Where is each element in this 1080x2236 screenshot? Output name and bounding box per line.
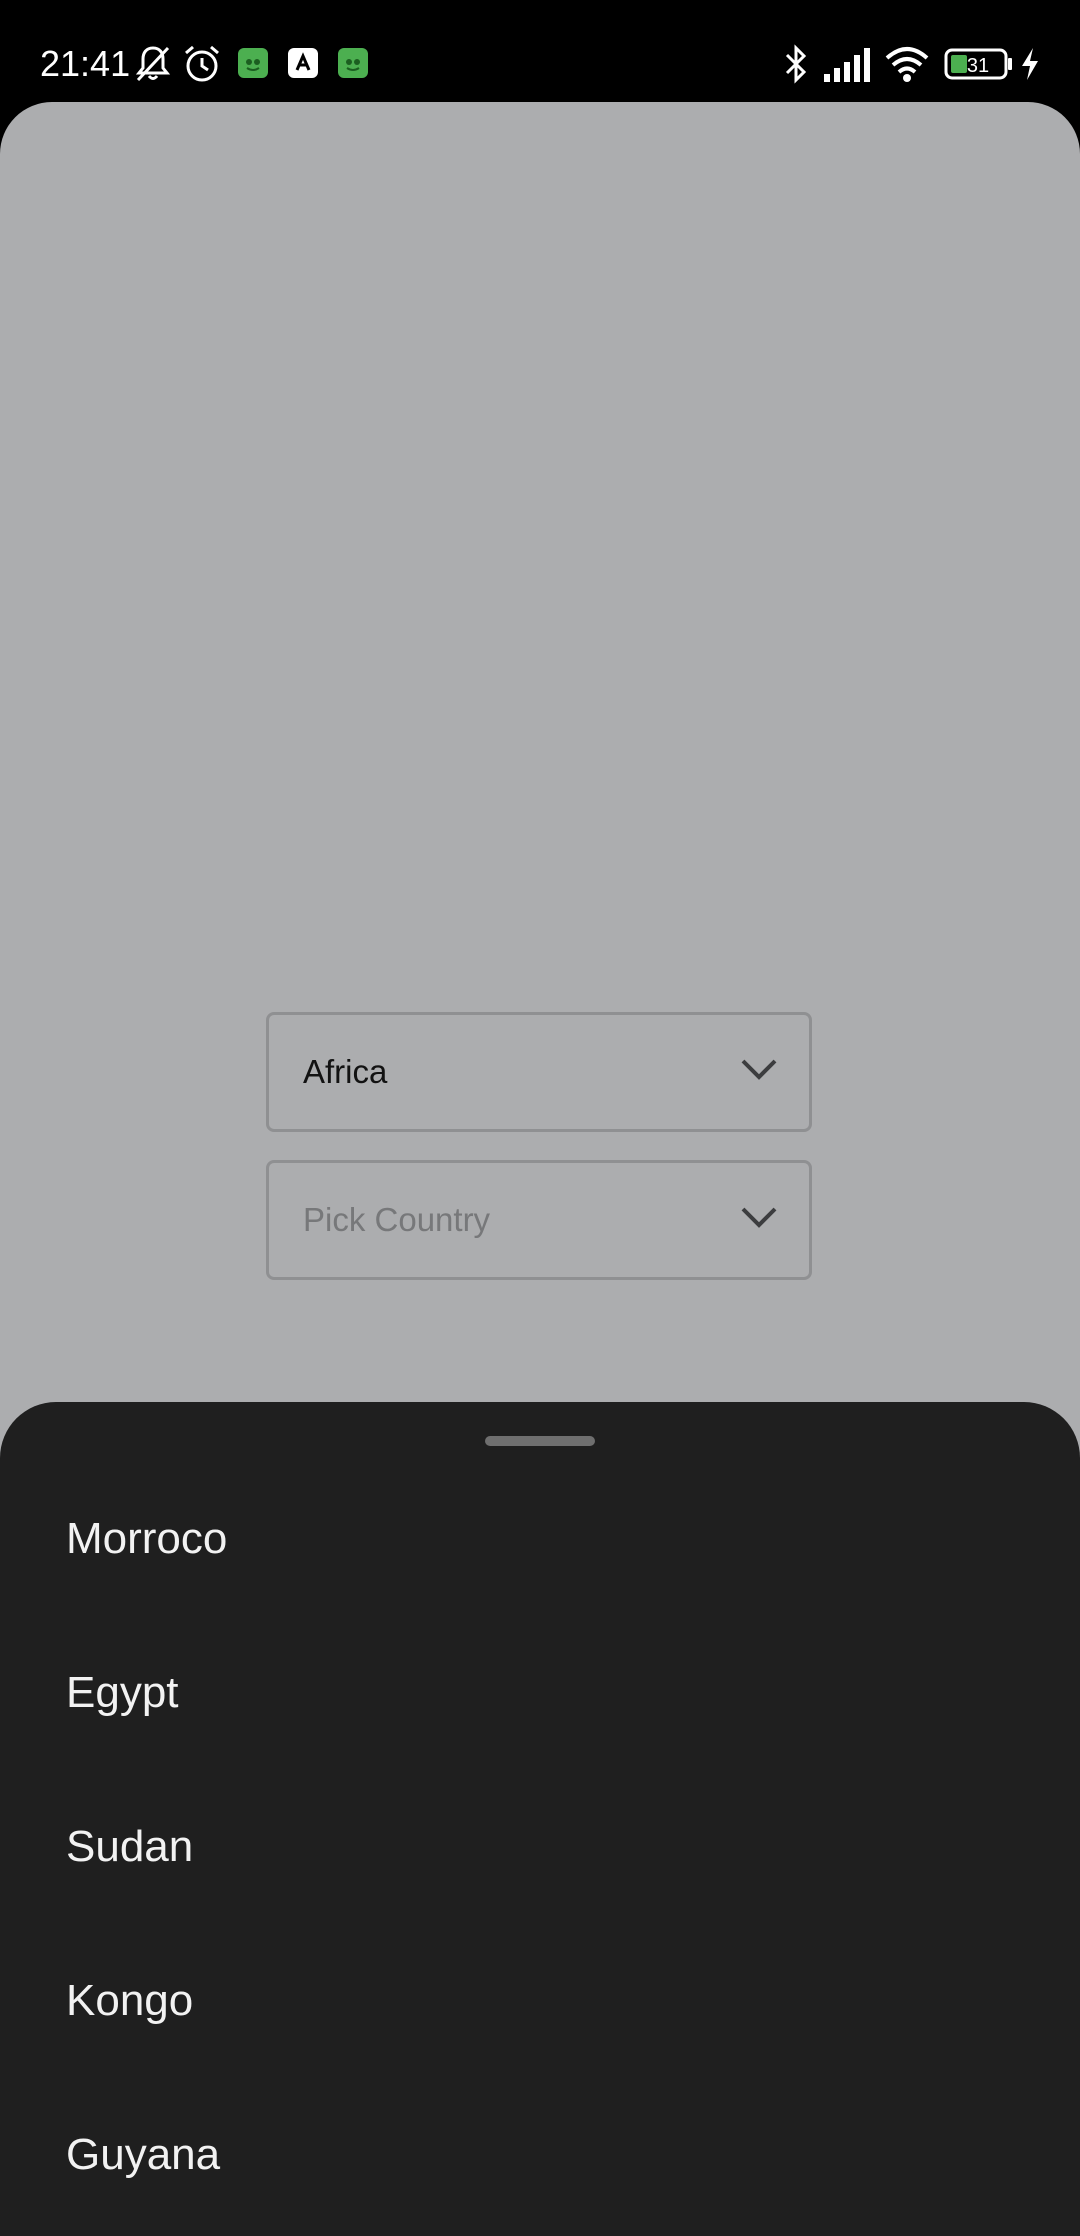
- screen: 21:41 31 Africa Pick Country Morroco Egy…: [0, 0, 1080, 2236]
- chevron-down-icon: [741, 1059, 777, 1080]
- alarm-icon: [182, 44, 222, 84]
- battery-level-text: 31: [967, 55, 989, 77]
- country-bottom-sheet: Morroco Egypt Sudan Kongo Guyana: [0, 1402, 1080, 2236]
- drag-handle[interactable]: [485, 1436, 595, 1446]
- country-option[interactable]: Morroco: [0, 1462, 1080, 1616]
- country-dropdown[interactable]: Pick Country: [266, 1160, 812, 1280]
- status-bar: 21:41 31: [0, 0, 1080, 102]
- notifications-off-icon: [134, 44, 172, 84]
- bluetooth-icon: [782, 44, 810, 84]
- country-option[interactable]: Kongo: [0, 1924, 1080, 2078]
- status-time: 21:41: [40, 43, 131, 84]
- wifi-icon: [884, 44, 930, 84]
- continent-dropdown[interactable]: Africa: [266, 1012, 812, 1132]
- country-options-list: Morroco Egypt Sudan Kongo Guyana: [0, 1462, 1080, 2232]
- country-option[interactable]: Egypt: [0, 1616, 1080, 1770]
- continent-dropdown-value: Africa: [303, 1053, 388, 1090]
- battery-icon: 31: [944, 44, 1014, 84]
- app-notification-icon: [238, 44, 268, 84]
- chevron-down-icon: [741, 1207, 777, 1228]
- app-notification-icon: [288, 44, 318, 84]
- app-notification-icon: [338, 44, 368, 84]
- charging-icon: [1018, 44, 1042, 84]
- cellular-signal-icon: [822, 44, 872, 84]
- country-option[interactable]: Guyana: [0, 2078, 1080, 2232]
- country-option[interactable]: Sudan: [0, 1770, 1080, 1924]
- country-dropdown-placeholder: Pick Country: [303, 1201, 491, 1238]
